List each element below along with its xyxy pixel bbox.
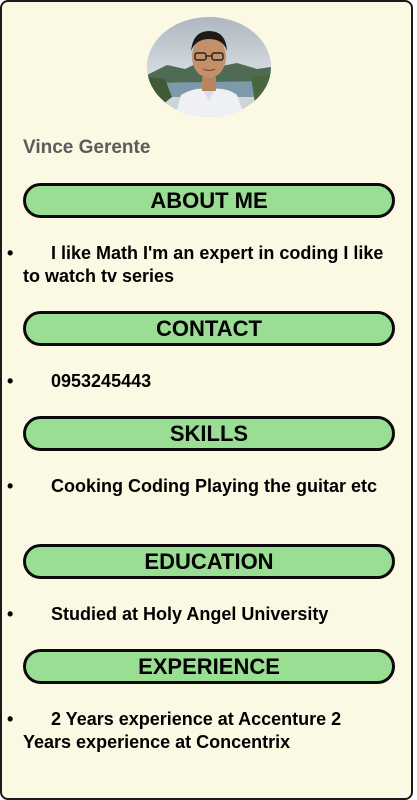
section-title-experience: EXPERIENCE	[23, 649, 395, 684]
profile-photo-image	[147, 17, 271, 117]
about-me-text: I like Math I'm an expert in coding I li…	[23, 243, 384, 286]
profile-photo	[147, 17, 271, 117]
education-text: Studied at Holy Angel University	[51, 604, 329, 624]
bullet-marker: •	[7, 371, 14, 391]
section-title-contact: CONTACT	[23, 311, 395, 346]
profile-card: Vince Gerente ABOUT ME • I like Math I'm…	[0, 0, 413, 800]
skills-text: Cooking Coding Playing the guitar etc	[51, 476, 378, 496]
bullet-marker: •	[7, 709, 14, 729]
profile-name: Vince Gerente	[23, 137, 151, 158]
bullet-marker: •	[7, 476, 14, 496]
contact-phone: 0953245443	[51, 371, 152, 391]
bullet-marker: •	[7, 243, 14, 263]
section-title-education: EDUCATION	[23, 544, 395, 579]
section-title-skills: SKILLS	[23, 416, 395, 451]
experience-text: 2 Years experience at Accenture 2 Years …	[23, 709, 342, 752]
section-title-about-me: ABOUT ME	[23, 183, 395, 218]
bullet-marker: •	[7, 604, 14, 624]
